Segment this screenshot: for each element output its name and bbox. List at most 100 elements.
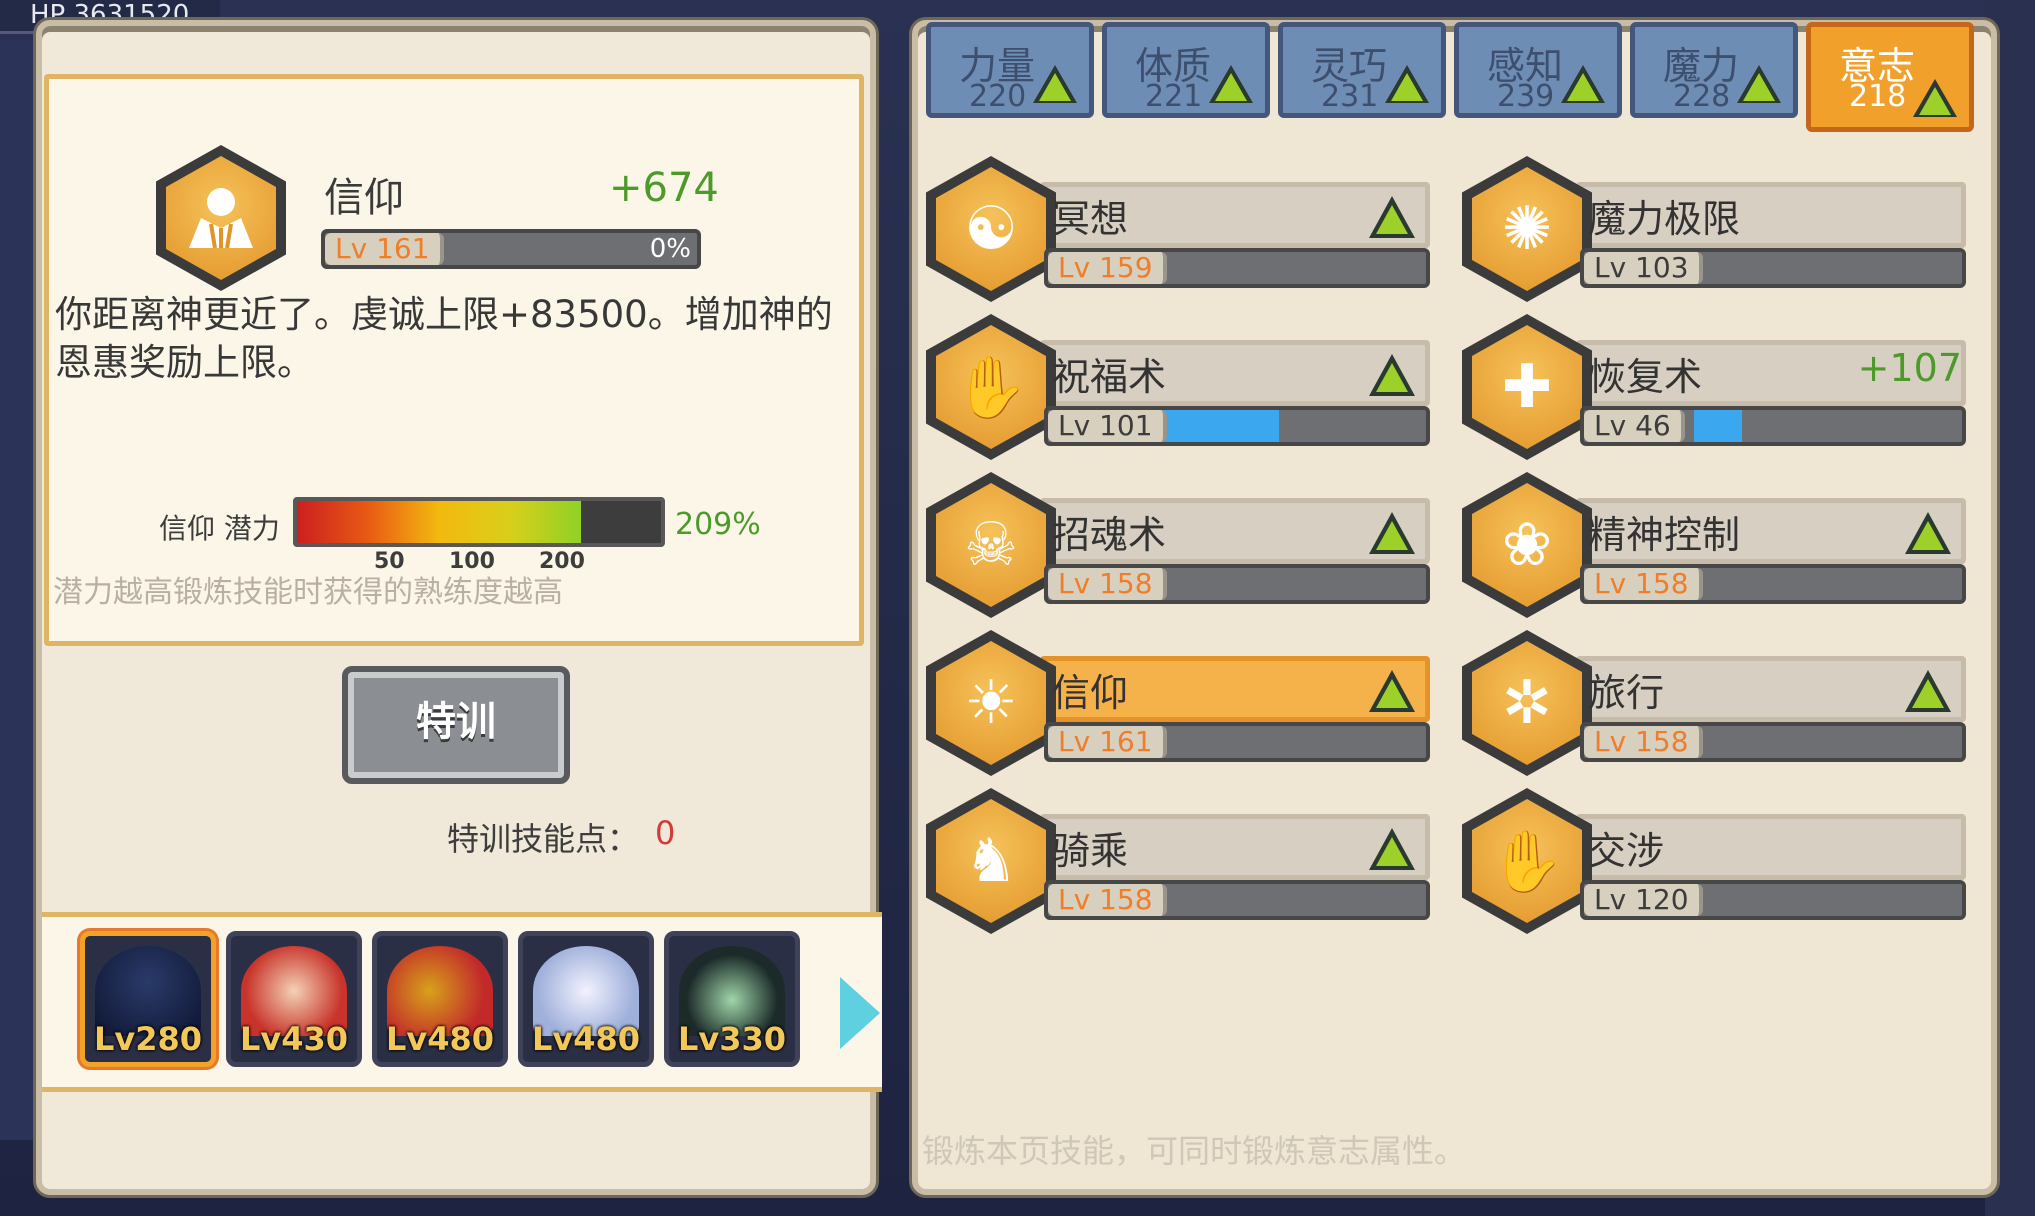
faith-icon [156, 145, 286, 291]
necromancy-icon: ☠ [926, 472, 1056, 618]
level-up-icon [1369, 828, 1415, 870]
skill-progress-bar: Lv 46 [1580, 406, 1966, 446]
skill-progress-bar: Lv 159 [1044, 248, 1430, 288]
level-up-icon [1737, 65, 1781, 103]
meditation-icon: ☯ [926, 156, 1056, 302]
negotiation-icon: ✋ [1462, 788, 1592, 934]
travel-icon: ✲ [1462, 630, 1592, 776]
skill-name: 祝福术 [1052, 355, 1167, 399]
attribute-tabs: 力量 220 体质 221 灵巧 231 感知 239 魔力 228 意志 218 [926, 22, 2001, 132]
skill-row[interactable]: ✋ 交涉 Lv 120 [1462, 786, 1992, 936]
level-up-icon [1209, 65, 1253, 103]
skill-progress-bar: Lv 161 [1044, 722, 1430, 762]
skill-list-panel: 力量 220 体质 221 灵巧 231 感知 239 魔力 228 意志 218 ☯ 冥想 L… [912, 20, 1997, 1195]
riding-icon: ♞ [926, 788, 1056, 934]
skill-progress-bar: Lv 103 [1580, 248, 1966, 288]
character-portrait[interactable]: Lv430 [226, 931, 362, 1067]
level-up-icon [1561, 65, 1605, 103]
tab-perception[interactable]: 感知 239 [1454, 22, 1622, 118]
skill-name: 恢复术 [1588, 355, 1703, 399]
level-up-icon [1913, 79, 1957, 117]
level-up-icon [1369, 670, 1415, 712]
tab-will[interactable]: 意志 218 [1806, 22, 1974, 132]
skill-level: Lv 159 [1048, 252, 1167, 284]
character-portrait[interactable]: Lv280 [80, 931, 216, 1067]
train-points-value: 0 [655, 814, 676, 852]
skill-row[interactable]: ❀ 精神控制 Lv 158 [1462, 470, 1992, 620]
footer-note: 锻炼本页技能，可同时锻炼意志属性。 [922, 1132, 1467, 1170]
skill-row[interactable]: ☠ 招魂术 Lv 158 [926, 470, 1456, 620]
potential-bar [293, 497, 665, 547]
level-up-icon [1369, 512, 1415, 554]
skill-level: Lv 103 [1584, 252, 1703, 284]
skill-level: Lv 120 [1584, 884, 1703, 916]
skill-level: Lv 161 [325, 233, 444, 265]
skill-row[interactable]: ☯ 冥想 Lv 159 [926, 154, 1456, 304]
skill-name: 旅行 [1588, 671, 1665, 715]
skill-level: Lv 158 [1584, 568, 1703, 600]
faith-icon: ☀ [926, 630, 1056, 776]
skill-progress-bar: Lv 158 [1580, 722, 1966, 762]
tab-magic[interactable]: 魔力 228 [1630, 22, 1798, 118]
character-selector: Lv280 Lv430 Lv480 Lv480 Lv330 [42, 912, 882, 1092]
skill-row[interactable]: ✋ 祝福术 Lv 101 [926, 312, 1456, 462]
level-up-icon [1905, 670, 1951, 712]
skill-progress-text: 0% [649, 234, 691, 264]
level-up-icon [1033, 65, 1077, 103]
level-up-icon [1385, 65, 1429, 103]
potential-percent: 209% [675, 507, 761, 542]
skill-row[interactable]: ☀ 信仰 Lv 161 [926, 628, 1456, 778]
skill-level: Lv 101 [1048, 410, 1167, 442]
skill-level: Lv 158 [1048, 884, 1167, 916]
character-portrait[interactable]: Lv480 [372, 931, 508, 1067]
skill-level: Lv 161 [1048, 726, 1167, 758]
skill-gain: +674 [609, 165, 719, 211]
special-train-button[interactable]: 特训 [342, 666, 570, 784]
mind-control-icon: ❀ [1462, 472, 1592, 618]
tab-constitution[interactable]: 体质 221 [1102, 22, 1270, 118]
character-portrait[interactable]: Lv330 [664, 931, 800, 1067]
skill-detail-panel: 信仰 +674 Lv 161 0% 你距离神更近了。虔诚上限+83500。增加神… [36, 20, 882, 1195]
skill-row[interactable]: ♞ 骑乘 Lv 158 [926, 786, 1456, 936]
left-edge-panel [0, 40, 36, 1140]
tab-dexterity[interactable]: 灵巧 231 [1278, 22, 1446, 118]
healing-icon: ✚ [1462, 314, 1592, 460]
potential-label: 信仰 潜力 [159, 512, 280, 545]
skill-name: 招魂术 [1052, 513, 1167, 557]
skill-progress-bar: Lv 101 [1044, 406, 1430, 446]
skill-title: 信仰 [324, 175, 404, 221]
skill-progress-bar: Lv 120 [1580, 880, 1966, 920]
skill-info-box: 信仰 +674 Lv 161 0% 你距离神更近了。虔诚上限+83500。增加神… [44, 74, 864, 646]
blessing-icon: ✋ [926, 314, 1056, 460]
skill-row[interactable]: ✲ 旅行 Lv 158 [1462, 628, 1992, 778]
skill-description: 你距离神更近了。虔诚上限+83500。增加神的恩惠奖励上限。 [55, 293, 833, 384]
skill-progress-bar: Lv 161 0% [321, 229, 701, 269]
skill-name: 冥想 [1052, 197, 1129, 241]
level-up-icon [1369, 354, 1415, 396]
skill-progress-bar: Lv 158 [1044, 880, 1430, 920]
skill-level: Lv 158 [1584, 726, 1703, 758]
train-points-label: 特训技能点： [447, 820, 640, 858]
tab-strength[interactable]: 力量 220 [926, 22, 1094, 118]
skill-progress-bar: Lv 158 [1044, 564, 1430, 604]
skill-gain: +107 [1857, 346, 1962, 390]
skill-progress-bar: Lv 158 [1580, 564, 1966, 604]
skill-name: 交涉 [1588, 829, 1665, 873]
next-arrow-icon[interactable] [840, 977, 880, 1049]
skill-level: Lv 158 [1048, 568, 1167, 600]
skill-name: 精神控制 [1588, 513, 1741, 557]
skill-progress-fill [1694, 410, 1742, 442]
potential-note: 潜力越高锻炼技能时获得的熟练度越高 [53, 575, 563, 610]
skill-level: Lv 46 [1584, 410, 1685, 442]
level-up-icon [1905, 512, 1951, 554]
skill-name: 信仰 [1052, 671, 1129, 715]
potential-fill [297, 501, 581, 543]
skill-row[interactable]: ✚ 恢复术 +107 Lv 46 [1462, 312, 1992, 462]
mana-limit-icon: ✺ [1462, 156, 1592, 302]
skill-row[interactable]: ✺ 魔力极限 Lv 103 [1462, 154, 1992, 304]
level-up-icon [1369, 196, 1415, 238]
skill-name: 骑乘 [1052, 829, 1129, 873]
character-portrait[interactable]: Lv480 [518, 931, 654, 1067]
skill-progress-fill [1158, 410, 1279, 442]
skill-name: 魔力极限 [1588, 197, 1741, 241]
